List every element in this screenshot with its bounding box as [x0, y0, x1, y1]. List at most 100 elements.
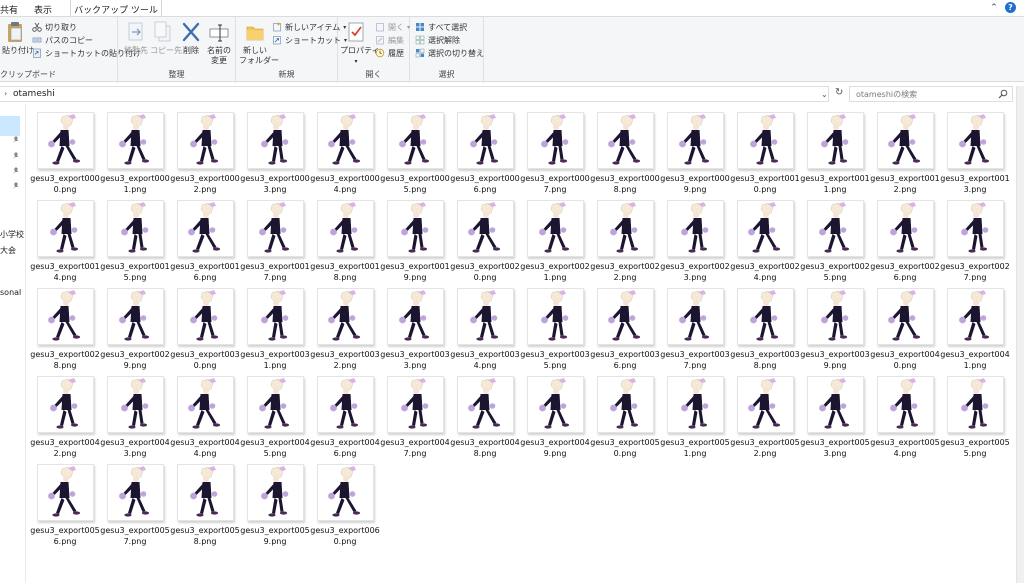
help-icon[interactable]: ? — [1005, 2, 1016, 13]
file-item[interactable]: gesu3_export0001.png — [100, 104, 170, 194]
file-item[interactable]: gesu3_export0028.png — [30, 280, 100, 370]
breadcrumb-chevron-icon[interactable]: › — [4, 89, 7, 98]
file-item[interactable]: gesu3_export0014.png — [30, 192, 100, 282]
nav-item[interactable]: sonal — [0, 288, 21, 297]
nav-item[interactable]: 小学校 — [0, 229, 24, 240]
file-item[interactable]: gesu3_export0011.png — [800, 104, 870, 194]
pin-icon[interactable] — [12, 152, 20, 160]
shortcut-button[interactable]: ショートカット ▾ — [272, 34, 347, 46]
new-item-button[interactable]: 新しいアイテム ▾ — [272, 21, 346, 33]
select-all-button[interactable]: すべて選択 — [415, 21, 467, 33]
copy-path-button[interactable]: パスのコピー — [32, 34, 93, 46]
file-item[interactable]: gesu3_export0018.png — [310, 192, 380, 282]
file-item[interactable]: gesu3_export0000.png — [30, 104, 100, 194]
nav-item[interactable]: 大会 — [0, 245, 16, 256]
file-item[interactable]: gesu3_export0002.png — [170, 104, 240, 194]
search-input[interactable]: otameshiの検索 — [849, 86, 1013, 102]
file-item[interactable]: gesu3_export0034.png — [450, 280, 520, 370]
move-to-button[interactable]: 移動先 — [123, 21, 149, 56]
file-item[interactable]: gesu3_export0040.png — [870, 280, 940, 370]
file-item[interactable]: gesu3_export0012.png — [870, 104, 940, 194]
file-item[interactable]: gesu3_export0035.png — [520, 280, 590, 370]
file-item[interactable]: gesu3_export0025.png — [800, 192, 870, 282]
file-item[interactable]: gesu3_export0017.png — [240, 192, 310, 282]
file-item[interactable]: gesu3_export0033.png — [380, 280, 450, 370]
file-item[interactable]: gesu3_export0026.png — [870, 192, 940, 282]
file-item[interactable]: gesu3_export0009.png — [660, 104, 730, 194]
file-item[interactable]: gesu3_export0053.png — [800, 368, 870, 458]
file-item[interactable]: gesu3_export0005.png — [380, 104, 450, 194]
file-item[interactable]: gesu3_export0059.png — [240, 456, 310, 546]
rename-button[interactable]: 名前の 変更 — [206, 21, 232, 66]
file-item[interactable]: gesu3_export0052.png — [730, 368, 800, 458]
file-item[interactable]: gesu3_export0058.png — [170, 456, 240, 546]
delete-button[interactable]: 削除 — [180, 21, 202, 56]
file-item[interactable]: gesu3_export0030.png — [170, 280, 240, 370]
file-item[interactable]: gesu3_export0004.png — [310, 104, 380, 194]
file-item[interactable]: gesu3_export0008.png — [590, 104, 660, 194]
search-icon[interactable] — [998, 89, 1008, 99]
file-item[interactable]: gesu3_export0022.png — [590, 192, 660, 282]
file-item[interactable]: gesu3_export0029.png — [100, 280, 170, 370]
address-history-dropdown-icon[interactable]: ⌄ — [821, 90, 828, 99]
nav-selected-item[interactable] — [0, 116, 20, 136]
file-item[interactable]: gesu3_export0056.png — [30, 456, 100, 546]
file-item[interactable]: gesu3_export0049.png — [520, 368, 590, 458]
file-item[interactable]: gesu3_export0044.png — [170, 368, 240, 458]
file-item[interactable]: gesu3_export0042.png — [30, 368, 100, 458]
cut-button[interactable]: 切り取り — [32, 21, 77, 33]
tab-share[interactable]: 共有 — [0, 3, 18, 16]
file-item[interactable]: gesu3_export0003.png — [240, 104, 310, 194]
tab-backup-tools[interactable]: バックアップ ツール — [70, 0, 162, 16]
pin-icon[interactable] — [12, 167, 20, 175]
chevron-up-icon[interactable]: ⌃ — [989, 3, 999, 13]
file-item[interactable]: gesu3_export0057.png — [100, 456, 170, 546]
file-item[interactable]: gesu3_export0051.png — [660, 368, 730, 458]
vertical-scrollbar[interactable] — [1016, 86, 1024, 583]
file-item[interactable]: gesu3_export0039.png — [800, 280, 870, 370]
character-sprite-icon — [819, 202, 850, 253]
file-item[interactable]: gesu3_export0037.png — [660, 280, 730, 370]
file-item[interactable]: gesu3_export0055.png — [940, 368, 1010, 458]
address-bar[interactable]: › otameshi ⌄ — [0, 86, 829, 102]
file-item[interactable]: gesu3_export0027.png — [940, 192, 1010, 282]
file-item[interactable]: gesu3_export0041.png — [940, 280, 1010, 370]
file-item[interactable]: gesu3_export0048.png — [450, 368, 520, 458]
file-item[interactable]: gesu3_export0031.png — [240, 280, 310, 370]
file-item[interactable]: gesu3_export0043.png — [100, 368, 170, 458]
file-item[interactable]: gesu3_export0060.png — [310, 456, 380, 546]
file-item[interactable]: gesu3_export0006.png — [450, 104, 520, 194]
select-none-button[interactable]: 選択解除 — [415, 34, 460, 46]
file-item[interactable]: gesu3_export0050.png — [590, 368, 660, 458]
file-item[interactable]: gesu3_export0045.png — [240, 368, 310, 458]
file-item[interactable]: gesu3_export0054.png — [870, 368, 940, 458]
file-item[interactable]: gesu3_export0032.png — [310, 280, 380, 370]
file-item[interactable]: gesu3_export0015.png — [100, 192, 170, 282]
file-item[interactable]: gesu3_export0020.png — [450, 192, 520, 282]
invert-selection-button[interactable]: 選択の切り替え — [415, 47, 484, 59]
file-item[interactable]: gesu3_export0046.png — [310, 368, 380, 458]
history-button[interactable]: 履歴 — [375, 47, 404, 59]
file-item[interactable]: gesu3_export0019.png — [380, 192, 450, 282]
edit-button[interactable]: 編集 — [375, 34, 404, 46]
new-folder-button[interactable]: 新しい フォルダー — [239, 21, 279, 66]
pin-icon[interactable] — [12, 182, 20, 190]
open-button[interactable]: 開く ▾ — [375, 21, 410, 33]
file-item[interactable]: gesu3_export0036.png — [590, 280, 660, 370]
file-item[interactable]: gesu3_export0038.png — [730, 280, 800, 370]
refresh-icon[interactable]: ↻ — [835, 87, 843, 98]
file-item[interactable]: gesu3_export0007.png — [520, 104, 590, 194]
file-item[interactable]: gesu3_export0010.png — [730, 104, 800, 194]
file-item[interactable]: gesu3_export0023.png — [660, 192, 730, 282]
properties-button[interactable]: プロパティ ▾ — [340, 21, 380, 67]
file-item[interactable]: gesu3_export0016.png — [170, 192, 240, 282]
file-item[interactable]: gesu3_export0021.png — [520, 192, 590, 282]
breadcrumb-current[interactable]: otameshi — [13, 89, 55, 99]
pin-icon[interactable] — [12, 136, 20, 144]
file-item[interactable]: gesu3_export0013.png — [940, 104, 1010, 194]
paste-button[interactable]: 貼り付け — [2, 21, 34, 56]
copy-to-button[interactable]: コピー先 — [150, 21, 182, 56]
file-item[interactable]: gesu3_export0047.png — [380, 368, 450, 458]
tab-view[interactable]: 表示 — [34, 3, 52, 16]
file-item[interactable]: gesu3_export0024.png — [730, 192, 800, 282]
